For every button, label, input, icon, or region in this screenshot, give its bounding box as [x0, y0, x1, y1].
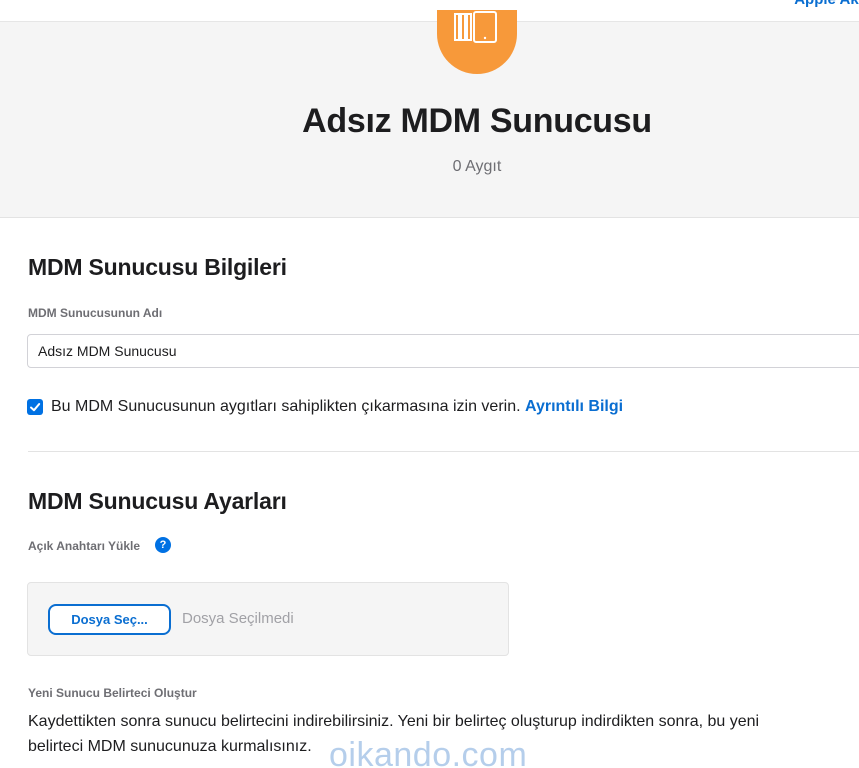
settings-section-title: MDM Sunucusu Ayarları — [28, 488, 287, 514]
server-name-input[interactable] — [27, 334, 859, 368]
release-devices-checkbox[interactable] — [27, 399, 43, 415]
device-count: 0 Aygıt — [452, 158, 502, 175]
token-label: Yeni Sunucu Belirteci Oluştur — [28, 686, 197, 700]
top-bar: Apple Aka — [0, 0, 859, 22]
section-divider — [28, 451, 859, 452]
server-name-label: MDM Sunucusunun Adı — [28, 306, 163, 320]
file-status: Dosya Seçilmedi — [182, 610, 294, 627]
file-upload-area: Dosya Seç... Dosya Seçilmedi — [27, 582, 509, 656]
apple-account-link[interactable]: Apple Aka — [794, 0, 859, 8]
server-title: Adsız MDM Sunucusu — [302, 102, 652, 140]
watermark: oikando.com — [329, 736, 528, 768]
devices-icon — [437, 10, 517, 74]
checkmark-icon — [30, 403, 41, 412]
choose-file-button[interactable]: Dosya Seç... — [48, 604, 171, 635]
public-key-label: Açık Anahtarı Yükle — [28, 539, 141, 553]
help-icon[interactable]: ? — [155, 537, 171, 553]
details-link[interactable]: Ayrıntılı Bilgi — [525, 398, 623, 415]
release-devices-text: Bu MDM Sunucusunun aygıtları sahiplikten… — [51, 398, 623, 416]
mdm-server-page: Apple Aka Adsız MDM Sunucusu 0 Aygıt MDM… — [0, 0, 859, 768]
server-header: Adsız MDM Sunucusu 0 Aygıt — [0, 10, 859, 218]
info-section-title: MDM Sunucusu Bilgileri — [28, 254, 287, 280]
release-devices-label: Bu MDM Sunucusunun aygıtları sahiplikten… — [51, 398, 521, 415]
